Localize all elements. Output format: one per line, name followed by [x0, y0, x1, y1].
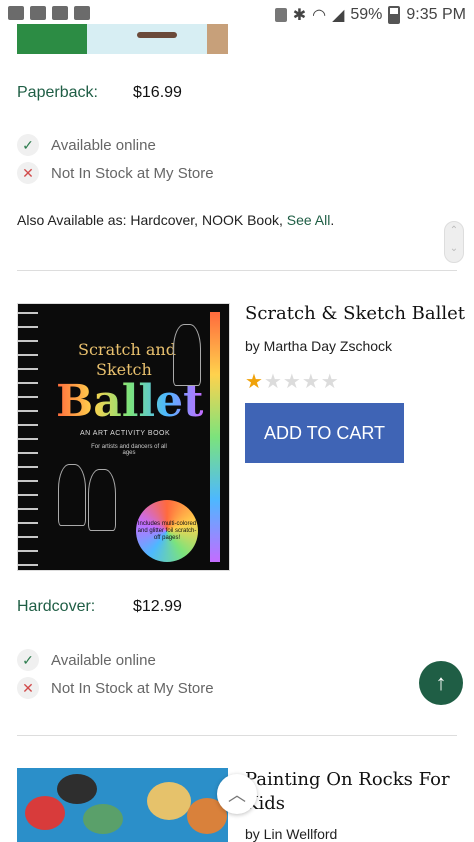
x-icon: ✕: [17, 162, 39, 184]
product-cover[interactable]: Scratch and Sketch Ballet AN ART ACTIVIT…: [17, 303, 230, 571]
dancer-illustration: [58, 464, 86, 526]
star-empty-icon: ★: [320, 371, 340, 393]
cover-badge: Includes multi-colored and glitter foil …: [136, 500, 198, 562]
format-label: Paperback:: [17, 84, 98, 101]
x-icon: ✕: [17, 677, 39, 699]
bluetooth-icon: ✱: [292, 7, 307, 24]
clock: 9:35 PM: [406, 6, 466, 23]
dancer-illustration: [88, 469, 116, 531]
product-author[interactable]: by Martha Day Zschock: [245, 338, 392, 354]
see-all-link[interactable]: See All: [287, 212, 331, 228]
availability-store: ✕ Not In Stock at My Store: [17, 162, 214, 184]
scroll-handle[interactable]: ⌃ ⌄: [444, 221, 464, 263]
dancer-illustration: [173, 324, 201, 386]
availability-online: ✓ Available online: [17, 134, 156, 156]
cover-subtitle: AN ART ACTIVITY BOOK: [80, 430, 171, 437]
price: $16.99: [133, 84, 182, 101]
cover-subtitle-2: For artists and dancers of all ages: [91, 444, 167, 456]
check-icon: ✓: [17, 649, 39, 671]
divider: [17, 735, 457, 736]
add-to-cart-button[interactable]: ADD TO CART: [245, 403, 404, 463]
price: $12.99: [133, 598, 182, 615]
product-title[interactable]: Scratch & Sketch Ballet: [245, 303, 465, 324]
also-available: Also Available as: Hardcover, NOOK Book,…: [17, 212, 335, 228]
next-product-author[interactable]: by Lin Wellford: [245, 826, 337, 842]
previous-product-cover[interactable]: [17, 24, 228, 54]
star-empty-icon: ★: [263, 371, 283, 393]
format-label: Hardcover:: [17, 598, 96, 615]
arrow-up-icon: ↑: [435, 670, 447, 695]
availability-store: ✕ Not In Stock at My Store: [17, 677, 214, 699]
star-rating: ★★★★★: [245, 369, 340, 394]
scratch-pencil: [210, 312, 220, 562]
next-product-title[interactable]: Painting On Rocks For Kids: [245, 768, 450, 816]
image-icon: [74, 6, 90, 20]
star-empty-icon: ★: [301, 371, 321, 393]
check-icon: ✓: [17, 134, 39, 156]
star-filled-icon: ★: [245, 371, 264, 393]
cover-title-line1: Scratch and: [78, 340, 176, 359]
wifi-icon: ◠: [312, 7, 327, 24]
file-icon: [52, 6, 68, 20]
lock-icon: [274, 8, 287, 22]
star-empty-icon: ★: [282, 371, 302, 393]
divider: [17, 270, 457, 271]
notification-icons: [8, 6, 90, 20]
system-icons: ✱ ◠ ◢ 59% 9:35 PM: [274, 5, 466, 25]
next-product-cover[interactable]: [17, 768, 228, 842]
chevron-up-icon: ︿: [228, 785, 246, 805]
back-to-top-button[interactable]: ↑: [419, 661, 463, 705]
battery-icon: [388, 6, 401, 24]
scroll-up-button[interactable]: ︿: [217, 774, 257, 814]
message-icon: [8, 6, 24, 20]
spiral-binding: [18, 304, 38, 570]
signal-icon: ◢: [332, 7, 345, 24]
folder-icon: [30, 6, 46, 20]
availability-online: ✓ Available online: [17, 649, 156, 671]
battery-percent: 59%: [350, 6, 383, 23]
